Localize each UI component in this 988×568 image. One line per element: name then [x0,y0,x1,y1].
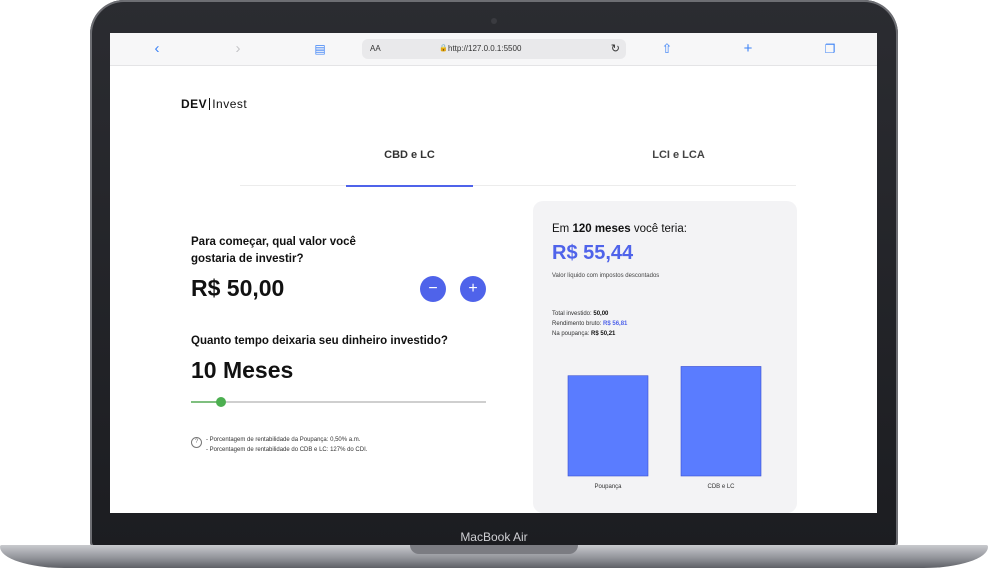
investment-question: Para começar, qual valor você gostaria d… [191,236,356,265]
duration-value: 10 Meses [191,357,294,383]
lock-icon: 🔒 [439,45,448,52]
address-bar[interactable]: AA 🔒 http://127.0.0.1:5500 ↻ [362,39,626,59]
investment-tabs: CBD e LC LCI e LCA [240,143,796,187]
chevron-right-icon[interactable]: › [229,40,247,58]
duration-slider[interactable] [191,397,486,407]
book-icon[interactable]: ▤ [311,40,329,58]
duration-question: Quanto tempo deixaria seu dinheiro inves… [191,335,448,347]
logo-part-invest: Invest [212,97,248,111]
info-icon[interactable]: ? [191,437,202,448]
browser-toolbar: ‹ › ▤ AA 🔒 http://127.0.0.1:5500 ↻ ⇧ + ❐ [110,33,877,66]
logo-part-dev: DEV [181,97,208,111]
result-card: Em 120 meses você teria: R$ 55,44 Valor … [533,201,797,513]
tabs-icon[interactable]: ❐ [821,40,839,58]
chart-bar-0 [567,375,649,477]
url-text[interactable]: http://127.0.0.1:5500 [448,44,521,53]
increase-button[interactable]: + [460,276,486,302]
tab-lci-lca[interactable]: LCI e LCA [615,143,742,185]
reload-icon[interactable]: ↻ [611,42,620,55]
share-icon[interactable]: ⇧ [658,40,676,58]
note-cdb: - Porcentagem de rentabilidade do CDB e … [206,447,368,453]
investment-amount: R$ 50,00 [191,275,285,301]
browser-screen: ‹ › ▤ AA 🔒 http://127.0.0.1:5500 ↻ ⇧ + ❐… [110,33,877,513]
chart-xlabel-0: Poupança [594,484,622,490]
chevron-left-icon[interactable]: ‹ [148,40,166,58]
chart-bar-1 [680,366,762,477]
note-poupanca: - Porcentagem de rentabilidade da Poupan… [206,437,361,443]
device-label: MacBook Air [460,530,528,544]
chart-xlabel-1: CDB e LC [707,484,735,490]
comparison-chart: Poupança CDB e LC [567,366,762,490]
logo[interactable]: DEV Invest [181,97,247,111]
logo-divider [209,98,211,110]
slider-thumb[interactable] [215,397,226,407]
camera [491,18,497,24]
text-size-button[interactable]: AA [370,44,381,53]
plus-icon[interactable]: + [739,40,757,58]
laptop-notch [410,545,578,554]
tab-cdb-lc[interactable]: CBD e LC [346,143,473,187]
decrease-button[interactable]: − [420,276,446,302]
